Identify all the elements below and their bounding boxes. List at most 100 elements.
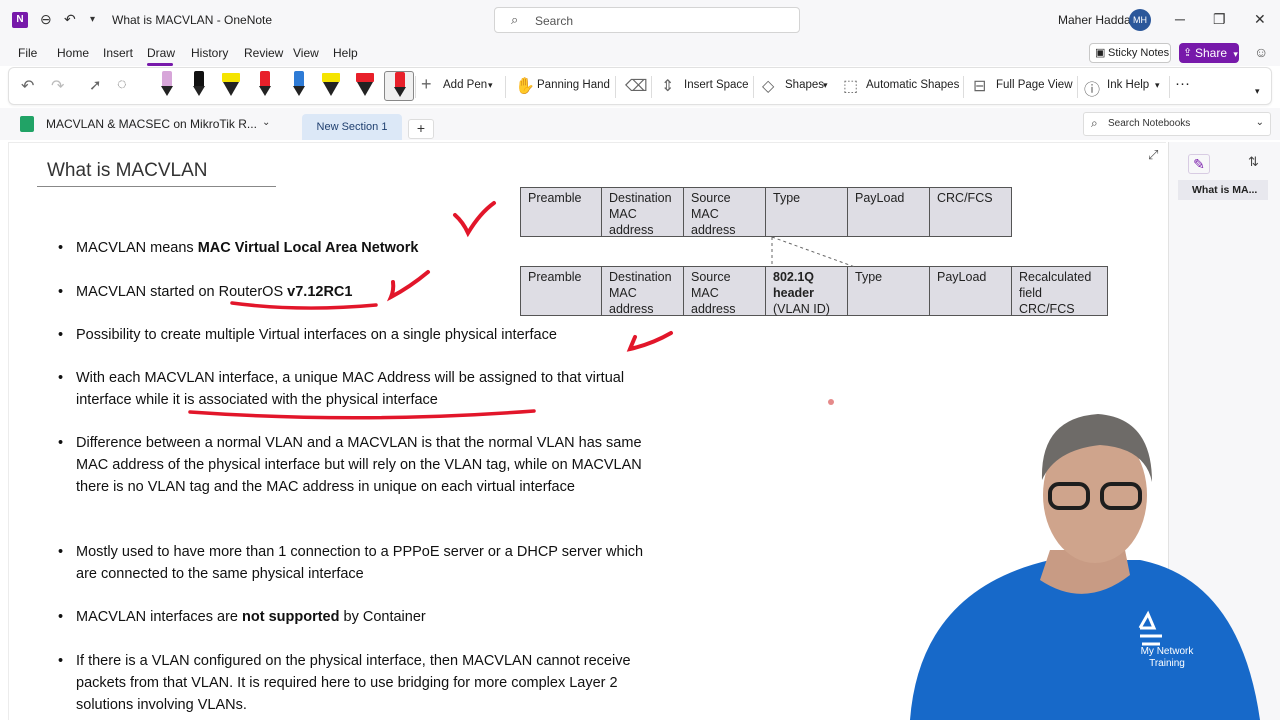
bullet-text: Mostly used to have more than 1 connecti… (76, 541, 658, 585)
text-run: Possibility to create multiple Virtual i… (76, 327, 557, 343)
expand-icon[interactable]: ⤢ (1148, 147, 1158, 163)
tab-history[interactable]: History (191, 46, 228, 60)
tab-home[interactable]: Home (57, 46, 89, 60)
search-notebooks-input[interactable]: ⌕ Search Notebooks ⌄ (1083, 112, 1271, 136)
brand-line-1: My Network (1140, 646, 1194, 657)
new-page-icon[interactable]: ✎ (1188, 154, 1210, 174)
avatar[interactable]: MH (1129, 9, 1151, 31)
help-icon: ⓘ (1084, 82, 1101, 99)
ink-help-button[interactable]: Ink Help (1107, 79, 1149, 91)
quick-access-dropdown-icon[interactable]: ▾ (90, 14, 95, 25)
frame-field: PayLoad (930, 266, 1012, 316)
hand-icon: ✋ (515, 78, 535, 95)
frame-field: Type (766, 187, 848, 237)
bullet-marker: • (58, 327, 64, 343)
tab-insert[interactable]: Insert (103, 46, 133, 60)
ethernet-frame-untagged: Preamble Destination MAC address Source MA… (520, 187, 1012, 237)
frame-field-label: 802.1Q header (773, 270, 815, 300)
bullet-item[interactable]: • Difference between a normal VLAN and a … (58, 432, 658, 498)
add-pen-button[interactable]: Add Pen (443, 79, 487, 91)
text-run: by Container (339, 609, 426, 625)
frame-field-label: Recalculated field CRC/FCS (1019, 270, 1092, 316)
more-options-button[interactable]: ··· (1175, 75, 1190, 92)
highlighter-icon[interactable] (219, 71, 243, 101)
frame-field: CRC/FCS (930, 187, 1012, 237)
tab-review[interactable]: Review (244, 46, 283, 60)
share-button[interactable]: ⇪ Share ▾ (1179, 43, 1239, 63)
tab-view[interactable]: View (293, 46, 319, 60)
frame-field: PayLoad (848, 187, 930, 237)
bullet-marker: • (58, 240, 64, 256)
chevron-down-icon[interactable]: ▾ (1155, 80, 1160, 91)
text-run: MACVLAN interfaces are (76, 609, 243, 625)
bullet-item[interactable]: • Possibility to create multiple Virtual … (58, 324, 658, 346)
title-divider (37, 186, 276, 187)
automatic-shapes-button[interactable]: Automatic Shapes (866, 79, 959, 91)
tab-draw[interactable]: Draw (147, 46, 175, 60)
panning-hand-button[interactable]: Panning Hand (537, 79, 610, 91)
highlighter-icon[interactable] (319, 71, 343, 101)
bullet-item[interactable]: • If there is a VLAN configured on the ph… (58, 650, 658, 716)
bullet-item[interactable]: • MACVLAN means MAC Virtual Local Area Ne… (58, 237, 658, 259)
pen-color-swatch (294, 71, 304, 87)
select-cursor-icon[interactable]: ➚ (89, 76, 102, 94)
separator (505, 76, 506, 98)
page-list-item[interactable]: What is MA... (1178, 180, 1268, 200)
automatic-shapes-icon: ⬚ (843, 78, 859, 95)
pen-icon[interactable] (187, 71, 211, 101)
shapes-button[interactable]: Shapes (785, 79, 824, 91)
pen-icon[interactable] (253, 71, 277, 101)
eraser-icon[interactable]: ⌫ (625, 76, 648, 96)
separator (753, 76, 754, 98)
chevron-down-icon[interactable]: ⌄ (262, 117, 270, 128)
user-name[interactable]: Maher Haddad (1058, 13, 1137, 27)
sticky-note-icon: ▣ (1095, 47, 1106, 59)
bullet-text: With each MACVLAN interface, a unique MA… (76, 367, 658, 411)
frame-field: Preamble (520, 187, 602, 237)
chevron-down-icon[interactable]: ▾ (823, 80, 828, 91)
tab-file[interactable]: File (18, 46, 37, 60)
pen-icon[interactable] (155, 71, 179, 101)
tab-help[interactable]: Help (333, 46, 358, 60)
highlighter-icon[interactable] (353, 71, 377, 101)
separator (1169, 76, 1170, 98)
search-input[interactable]: ⌕ Search (494, 7, 800, 33)
text-run: Difference between a normal VLAN and a M… (76, 435, 642, 495)
notebook-name[interactable]: MACVLAN & MACSEC on MikroTik R... (46, 117, 257, 131)
redo-icon[interactable]: ↷ (51, 76, 64, 96)
share-label: Share (1195, 46, 1228, 60)
bullet-item[interactable]: • MACVLAN interfaces are not supported by… (58, 606, 658, 628)
sticky-notes-button[interactable]: ▣ Sticky Notes (1089, 43, 1171, 63)
tab-new-section-1[interactable]: New Section 1 (302, 114, 402, 140)
pen-tip (223, 82, 239, 96)
active-tab-indicator (147, 63, 173, 66)
pen-color-swatch (356, 73, 374, 82)
add-section-button[interactable]: + (408, 119, 434, 139)
feedback-icon[interactable]: ☺ (1254, 44, 1268, 60)
restore-button[interactable]: ❐ (1213, 11, 1226, 28)
pen-color-swatch (194, 71, 204, 87)
minimize-button[interactable]: ─ (1175, 11, 1185, 27)
back-icon[interactable]: ⊖ (40, 11, 52, 28)
insert-space-button[interactable]: Insert Space (684, 79, 749, 91)
chevron-down-icon[interactable]: ▾ (488, 80, 493, 91)
full-page-view-button[interactable]: Full Page View (996, 79, 1073, 91)
lasso-select-icon[interactable]: ◌ (117, 76, 127, 94)
page-title[interactable]: What is MACVLAN (47, 160, 207, 182)
bullet-item[interactable]: • With each MACVLAN interface, a unique M… (58, 367, 658, 411)
bullet-text: MACVLAN means MAC Virtual Local Area Net… (76, 237, 658, 259)
pen-icon[interactable] (287, 71, 311, 101)
undo-icon[interactable]: ↶ (64, 11, 76, 28)
bold-text: not supported (242, 609, 340, 625)
sticky-notes-label: Sticky Notes (1108, 47, 1170, 59)
ribbon-collapse-icon[interactable]: ▾ (1255, 86, 1260, 97)
chevron-down-icon[interactable]: ⌄ (1256, 117, 1264, 128)
undo-icon[interactable]: ↶ (21, 76, 34, 96)
bullet-item[interactable]: • Mostly used to have more than 1 connect… (58, 541, 658, 585)
pen-tip (259, 86, 271, 96)
sort-icon[interactable]: ⇅ (1248, 154, 1259, 170)
close-button[interactable]: ✕ (1254, 11, 1266, 28)
pen-tip (394, 87, 406, 97)
pen-icon[interactable] (384, 71, 414, 101)
text-run: If there is a VLAN configured on the phy… (76, 653, 631, 713)
